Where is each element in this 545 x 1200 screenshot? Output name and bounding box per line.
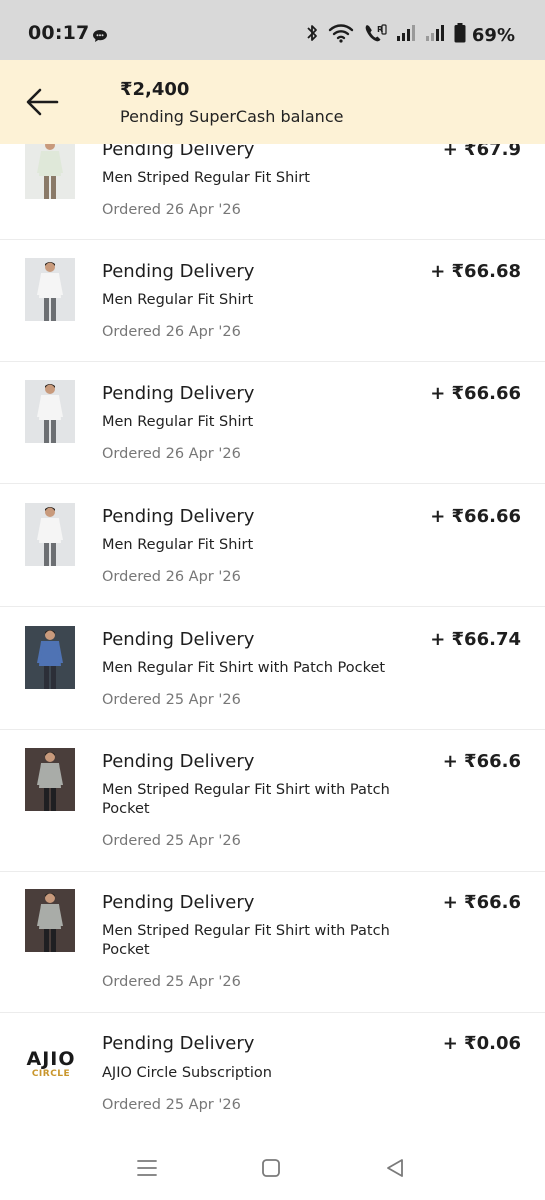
model-leg <box>51 664 56 689</box>
model-leg <box>51 174 56 199</box>
txn-date: Ordered 25 Apr '26 <box>102 1097 241 1113</box>
txn-status: Pending Delivery <box>102 892 255 913</box>
model-shirt <box>39 273 61 298</box>
model-leg <box>44 418 49 443</box>
txn-date: Ordered 26 Apr '26 <box>102 569 241 585</box>
txn-amount: + ₹66.66 <box>430 506 521 527</box>
signal-icon <box>425 24 445 46</box>
product-thumbnail <box>25 503 75 566</box>
txn-amount: + ₹0.06 <box>442 1033 521 1054</box>
model-leg <box>44 927 49 952</box>
model-leg <box>51 296 56 321</box>
status-time: 00:17 <box>28 22 90 44</box>
txn-status: Pending Delivery <box>102 1033 255 1054</box>
arrow-left-icon <box>26 88 59 116</box>
model-shirt <box>39 518 61 543</box>
txn-product: Men Regular Fit Shirt <box>102 537 254 553</box>
list-item[interactable]: Pending Delivery Men Regular Fit Shirt O… <box>0 240 545 362</box>
txn-status: Pending Delivery <box>102 629 255 650</box>
txn-amount: + ₹66.74 <box>430 629 521 650</box>
product-thumbnail <box>25 889 75 952</box>
model-shirt <box>39 763 61 788</box>
model-leg <box>51 927 56 952</box>
model-shirt <box>39 904 61 929</box>
product-thumbnail <box>25 626 75 689</box>
txn-product: Men Striped Regular Fit Shirt <box>102 170 310 186</box>
product-thumbnail <box>25 258 75 321</box>
model-leg <box>51 418 56 443</box>
list-item[interactable]: Pending Delivery Men Regular Fit Shirt O… <box>0 362 545 484</box>
home-icon <box>262 1159 280 1177</box>
status-icons: R 69% <box>305 22 515 48</box>
txn-date: Ordered 26 Apr '26 <box>102 324 241 340</box>
system-nav-bar <box>0 1134 545 1200</box>
txn-status: Pending Delivery <box>102 506 255 527</box>
logo-sub: CIRCLE <box>31 1069 71 1079</box>
txn-amount: + ₹66.6 <box>442 751 521 772</box>
model-leg <box>44 786 49 811</box>
txn-status: Pending Delivery <box>102 261 255 282</box>
product-thumbnail <box>25 748 75 811</box>
supercash-amount: ₹2,400 <box>120 79 190 100</box>
status-bar: 00:17 R 69% <box>0 0 545 60</box>
txn-date: Ordered 26 Apr '26 <box>102 446 241 462</box>
list-item[interactable]: Pending Delivery Men Striped Regular Fit… <box>0 731 545 872</box>
battery-percent: 69% <box>471 24 515 46</box>
product-thumbnail <box>25 136 75 199</box>
back-nav-button[interactable] <box>380 1156 410 1180</box>
txn-status: Pending Delivery <box>102 751 255 772</box>
recent-apps-button[interactable] <box>132 1156 162 1180</box>
txn-amount: + ₹66.66 <box>430 383 521 404</box>
battery-icon <box>454 23 466 47</box>
model-leg <box>44 664 49 689</box>
model-leg <box>44 541 49 566</box>
supercash-label: Pending SuperCash balance <box>120 107 344 126</box>
txn-product: Men Regular Fit Shirt <box>102 414 254 430</box>
signal-icon <box>396 24 416 46</box>
model-leg <box>51 541 56 566</box>
model-leg <box>44 296 49 321</box>
txn-amount: + ₹66.6 <box>442 892 521 913</box>
txn-product: Men Striped Regular Fit Shirt with Patch… <box>102 782 390 817</box>
list-item[interactable]: Pending Delivery Men Regular Fit Shirt w… <box>0 608 545 730</box>
txn-date: Ordered 25 Apr '26 <box>102 974 241 990</box>
model-leg <box>44 174 49 199</box>
product-thumbnail <box>25 380 75 443</box>
model-shirt <box>39 641 61 666</box>
wifi-icon <box>328 23 354 47</box>
list-item[interactable]: Pending Delivery Men Striped Regular Fit… <box>0 872 545 1013</box>
txn-product: Men Striped Regular Fit Shirt with Patch… <box>102 923 390 958</box>
txn-date: Ordered 25 Apr '26 <box>102 692 241 708</box>
txn-amount: + ₹66.68 <box>430 261 521 282</box>
txn-product: Men Regular Fit Shirt with Patch Pocket <box>102 660 386 676</box>
home-button[interactable] <box>256 1156 286 1180</box>
header: ₹2,400 Pending SuperCash balance <box>0 60 545 144</box>
wifi-calling-icon: R <box>363 22 387 48</box>
chat-bubble-icon <box>92 28 108 47</box>
txn-status: Pending Delivery <box>102 383 255 404</box>
back-button[interactable] <box>22 84 62 120</box>
list-item[interactable]: AJIO CIRCLE Pending Delivery AJIO Circle… <box>0 1013 545 1133</box>
model-shirt <box>39 395 61 420</box>
txn-date: Ordered 26 Apr '26 <box>102 202 241 218</box>
model-leg <box>51 786 56 811</box>
recent-apps-icon <box>137 1160 157 1176</box>
back-triangle-icon <box>387 1159 403 1177</box>
txn-product: AJIO Circle Subscription <box>102 1065 272 1081</box>
txn-product: Men Regular Fit Shirt <box>102 292 254 308</box>
logo-word: AJIO <box>26 1048 76 1070</box>
model-shirt <box>39 151 61 176</box>
txn-date: Ordered 25 Apr '26 <box>102 833 241 849</box>
bluetooth-icon <box>305 22 319 48</box>
ajio-circle-logo: AJIO CIRCLE <box>24 1049 78 1089</box>
list-item[interactable]: Pending Delivery Men Regular Fit Shirt O… <box>0 485 545 607</box>
